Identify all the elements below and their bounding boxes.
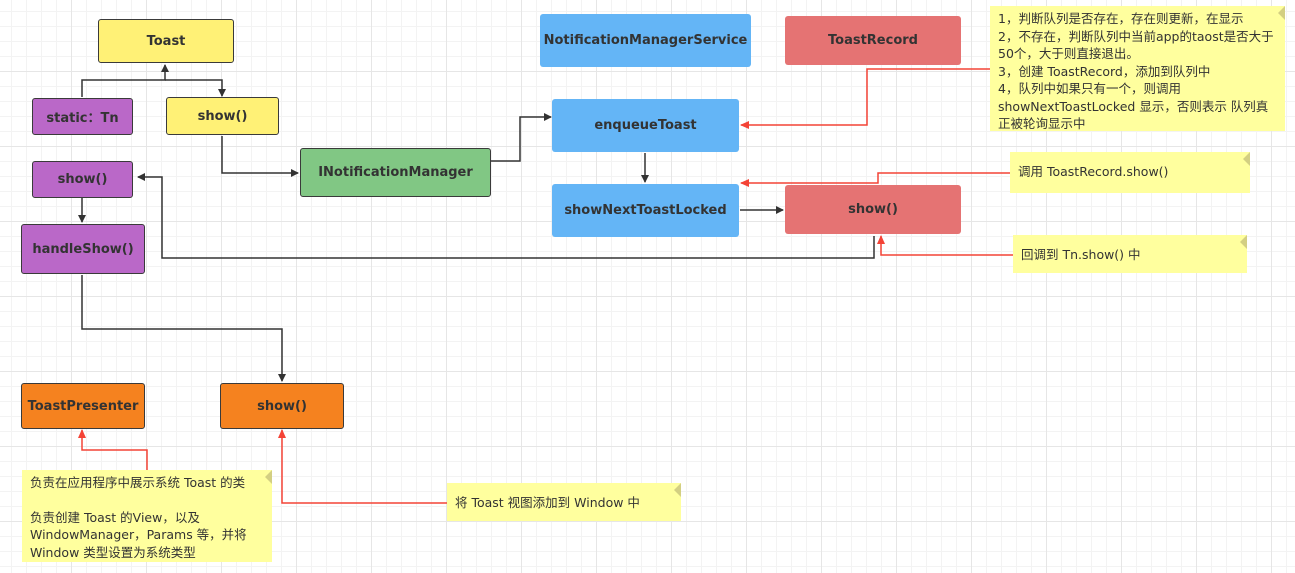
add-window-note[interactable]: 将 Toast 视图添加到 Window 中	[447, 483, 681, 521]
enqueue-note[interactable]: 1，判断队列是否存在，存在则更新，在显示 2，不存在，判断队列中当前app的ta…	[990, 6, 1285, 131]
static-tn-node[interactable]: static：Tn	[32, 98, 133, 135]
tn-show-node-label: show()	[57, 172, 108, 187]
callback-note[interactable]: 回调到 Tn.show() 中	[1013, 235, 1247, 273]
edge-note-to-recshow	[877, 235, 1013, 256]
note-line: 回调到 Tn.show() 中	[1021, 247, 1141, 262]
edge-tn-to-toast	[81, 64, 169, 97]
toast-presenter-node[interactable]: ToastPresenter	[21, 383, 145, 429]
toast-show-node-label: show()	[197, 108, 248, 124]
toast-record-node-label: ToastRecord	[828, 33, 918, 48]
toast-show-node[interactable]: show()	[166, 97, 279, 135]
enqueue-toast-node[interactable]: enqueueToast	[552, 99, 739, 152]
toast-presenter-node-label: ToastPresenter	[27, 398, 139, 414]
note-fold-icon	[667, 483, 681, 497]
toast-record-show-node[interactable]: show()	[785, 185, 961, 234]
note-line: 2，不存在，判断队列中当前app的taost是否大于 50个，大于则直接退出。	[998, 28, 1278, 62]
note-line: 调用 ToastRecord.show()	[1018, 164, 1169, 179]
edge-handleshow-to-presentershow	[81, 275, 286, 382]
handle-show-node[interactable]: handleShow()	[21, 224, 145, 274]
toast-record-node[interactable]: ToastRecord	[785, 16, 961, 65]
toast-record-show-node-label: show()	[848, 202, 898, 217]
note-line: 3，创建 ToastRecord，添加到队列中	[998, 63, 1211, 79]
presenter-show-node-label: show()	[257, 398, 307, 414]
record-show-note[interactable]: 调用 ToastRecord.show()	[1010, 152, 1250, 193]
note-fold-icon	[1236, 152, 1250, 166]
note-line: 负责在应用程序中展示系统 Toast 的类	[30, 475, 246, 490]
edge-note-to-snt	[740, 172, 1010, 187]
show-next-toast-locked-node[interactable]: showNextToastLocked	[552, 184, 739, 237]
edge-note-to-presentershow	[278, 429, 447, 504]
edge-show-to-inm	[221, 136, 299, 177]
note-fold-icon	[258, 470, 272, 484]
note-line	[30, 492, 264, 509]
static-tn-node-label: static：Tn	[46, 111, 119, 126]
note-fold-icon	[1233, 235, 1247, 249]
note-fold-icon	[1271, 6, 1285, 20]
inotification-manager-node[interactable]: INotificationManager	[300, 148, 491, 197]
note-line: 4，队列中如果只有一个，则调用 showNextToastLocked 显示，否…	[998, 81, 1269, 131]
edge-toast-to-show	[165, 79, 226, 97]
inotification-manager-node-label: INotificationManager	[318, 165, 473, 180]
toast-node[interactable]: Toast	[98, 19, 234, 63]
notification-manager-service-node-label: NotificationManagerService	[543, 33, 748, 48]
note-line: 将 Toast 视图添加到 Window 中	[455, 495, 640, 510]
presenter-note[interactable]: 负责在应用程序中展示系统 Toast 的类 负责创建 Toast 的View，以…	[22, 470, 272, 562]
edge-note-to-enqueue	[740, 68, 990, 129]
tn-show-node[interactable]: show()	[32, 161, 133, 198]
note-line: 负责创建 Toast 的View，以及 WindowManager，Params…	[30, 509, 251, 560]
presenter-show-node[interactable]: show()	[220, 383, 344, 429]
note-line: 1，判断队列是否存在，存在则更新，在显示	[998, 11, 1244, 26]
edge-inm-to-enqueue	[491, 113, 552, 162]
notification-manager-service-node[interactable]: NotificationManagerService	[540, 14, 751, 67]
toast-node-label: Toast	[146, 33, 186, 49]
handle-show-node-label: handleShow()	[32, 241, 134, 257]
show-next-toast-locked-node-label: showNextToastLocked	[564, 203, 727, 218]
edge-recshow-to-tnshow	[137, 173, 875, 259]
edge-note-to-presenter	[78, 429, 148, 470]
enqueue-toast-node-label: enqueueToast	[594, 118, 697, 133]
